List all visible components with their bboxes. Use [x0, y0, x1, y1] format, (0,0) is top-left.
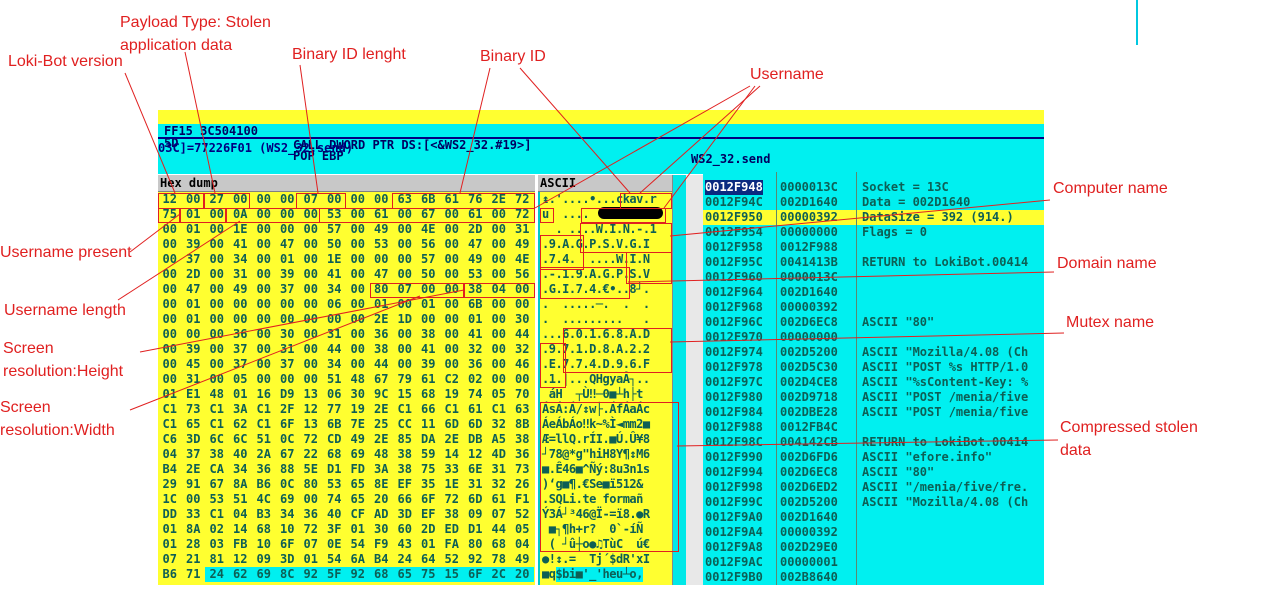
label-username: Username [750, 66, 824, 83]
label-screen-width: Screen resolution:Width [0, 399, 115, 439]
label-username-length: Username length [4, 302, 126, 319]
annotation-lines [117, 51, 1065, 447]
label-binary-id: Binary ID [480, 48, 546, 65]
label-payload-type: Payload Type: Stolen application data [120, 14, 271, 54]
label-binary-id-length: Binary ID lenght [292, 46, 406, 63]
label-compressed-data: Compressed stolen data [1060, 419, 1198, 459]
label-screen-height: Screen resolution:Height [3, 340, 124, 380]
label-mutex-name: Mutex name [1066, 314, 1155, 331]
label-loki-version: Loki-Bot version [8, 53, 123, 70]
label-computer-name: Computer name [1053, 180, 1168, 197]
label-domain-name: Domain name [1057, 255, 1157, 272]
label-username-present: Username present [0, 244, 132, 261]
